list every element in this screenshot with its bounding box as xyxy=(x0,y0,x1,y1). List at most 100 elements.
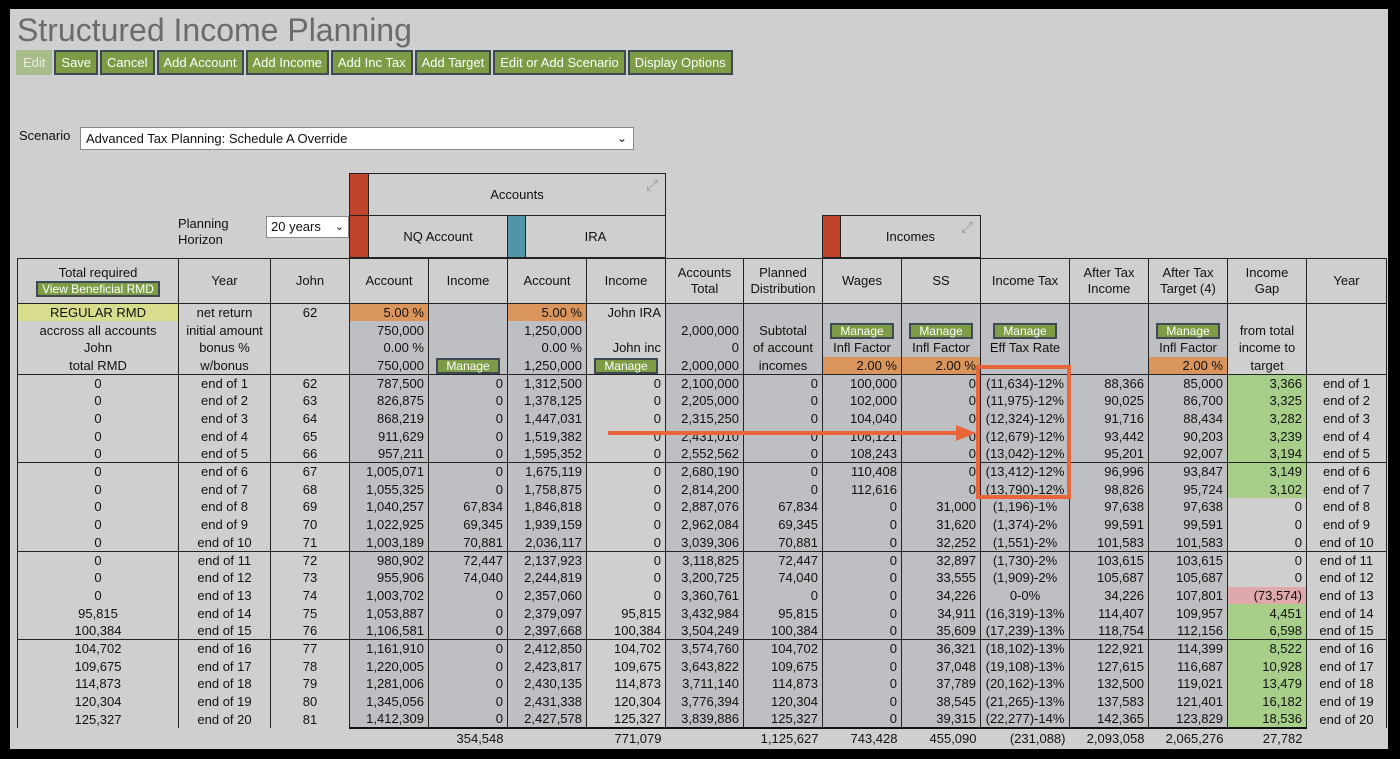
add-account-button[interactable]: Add Account xyxy=(156,50,244,75)
age-cell: 69 xyxy=(270,498,350,516)
ira-income-cell: 0 xyxy=(586,462,666,481)
target-infl-input[interactable]: 2.00 % xyxy=(1148,356,1228,375)
table-row: 114,873 end of 18 79 1,281,006 0 2,430,135 114… xyxy=(17,674,1387,693)
add-inc-tax-button[interactable]: Add Inc Tax xyxy=(330,50,413,75)
year-right-cell: end of 17 xyxy=(1306,657,1387,675)
table-row: 0 end of 1 62 787,500 0 1,312,500 0 2,100,000 0 1… xyxy=(17,373,1387,392)
nq-account-cell: 1,053,887 xyxy=(349,604,429,622)
year-cell: end of 17 xyxy=(178,657,271,675)
after-target-1: After Tax xyxy=(1162,265,1214,280)
nq-income-cell: 0 xyxy=(428,409,508,428)
year-cell: end of 2 xyxy=(178,391,271,410)
ss-cell: 32,897 xyxy=(901,550,981,569)
john-inc-label: John inc xyxy=(586,338,666,357)
ira-income-cell: 95,815 xyxy=(586,604,666,622)
cancel-button[interactable]: Cancel xyxy=(100,50,155,75)
accounts-total-wbonus: 2,000,000 xyxy=(665,356,744,375)
ira-account-cell: 2,137,923 xyxy=(507,550,587,569)
planned-distribution-cell: 70,881 xyxy=(743,533,823,552)
planning-horizon-select[interactable]: 20 years ⌄ xyxy=(266,216,349,238)
planned-distribution-cell: 120,304 xyxy=(743,692,823,711)
nq-account-cell: 1,055,325 xyxy=(349,480,429,499)
manage-button[interactable]: Manage xyxy=(993,322,1057,339)
save-button[interactable]: Save xyxy=(54,50,99,75)
wages-infl-input[interactable]: 2.00 % xyxy=(822,356,902,375)
planned-distribution-cell: 0 xyxy=(743,586,823,605)
manage-button[interactable]: Manage xyxy=(830,322,894,339)
table-row: 0 end of 6 67 1,005,071 0 1,675,119 0 2,680,190… xyxy=(17,462,1387,481)
of-account-label: of account xyxy=(743,338,823,357)
planned-distribution-total: 1,125,627 xyxy=(743,727,823,748)
john-header: John xyxy=(270,258,350,304)
nq-income-cell: 0 xyxy=(428,480,508,499)
table-row: 125,327 end of 20 81 1,412,309 0 2,427,578 125… xyxy=(17,710,1387,729)
wages-cell: 0 xyxy=(822,604,902,622)
incomes-group-title: Incomes xyxy=(885,229,936,244)
incomes-label: incomes xyxy=(743,356,823,375)
total-rmd-cell: 0 xyxy=(17,480,179,499)
scenario-label: Scenario xyxy=(19,128,71,143)
manage-button[interactable]: Manage xyxy=(594,357,658,374)
nq-account-cell: 1,022,925 xyxy=(349,515,429,534)
param-row-3: John bonus % 0.00 % 0.00 % John inc 0 of… xyxy=(17,338,1387,357)
nq-rate-input[interactable]: 5.00 % xyxy=(349,303,429,322)
collapse-icon[interactable]: ⤢ xyxy=(958,219,976,237)
nq-income-cell: 0 xyxy=(428,604,508,622)
ira-account-cell: 2,427,578 xyxy=(507,710,587,729)
age-cell: 68 xyxy=(270,480,350,499)
wages-cell: 0 xyxy=(822,674,902,693)
scenario-select[interactable]: Advanced Tax Planning: Schedule A Overri… xyxy=(80,127,634,150)
income-gap-cell: 3,102 xyxy=(1227,480,1307,499)
manage-button[interactable]: Manage xyxy=(1156,322,1220,339)
income-gap-cell: 3,194 xyxy=(1227,445,1307,463)
table-row: 0 end of 12 73 955,906 74,040 2,244,819 0 3,200… xyxy=(17,568,1387,587)
age-cell: 62 xyxy=(270,373,350,392)
accounts-total-cell: 3,039,306 xyxy=(665,533,744,552)
empty-cell xyxy=(270,356,350,375)
empty-cell xyxy=(1306,321,1387,339)
empty-cell xyxy=(1306,338,1387,357)
planning-horizon-label-1: Planning xyxy=(178,216,229,231)
year-right-cell: end of 5 xyxy=(1306,445,1387,463)
ira-income-cell: 0 xyxy=(586,480,666,499)
income-tax-cell: (19,108)-13% xyxy=(980,657,1070,675)
add-income-button[interactable]: Add Income xyxy=(245,50,329,75)
year-right-cell: end of 1 xyxy=(1306,373,1387,392)
ira-rate-input[interactable]: 5.00 % xyxy=(507,303,587,322)
param-row-2: accross all accounts initial amount 750,… xyxy=(17,321,1387,339)
collapse-icon[interactable]: ⤢ xyxy=(643,177,661,195)
edit-button[interactable]: Edit xyxy=(16,50,53,75)
empty-cell xyxy=(1069,321,1149,339)
nq-account-cell: 868,219 xyxy=(349,409,429,428)
after-tax-income-total: 2,093,058 xyxy=(1069,727,1149,748)
edit-add-scenario-button[interactable]: Edit or Add Scenario xyxy=(493,50,626,75)
year-right-cell: end of 8 xyxy=(1306,498,1387,516)
wages-cell: 112,616 xyxy=(822,480,902,499)
after-target-2: Target (4) xyxy=(1160,281,1216,296)
nq-income-cell: 0 xyxy=(428,373,508,392)
view-beneficial-rmd-button[interactable]: View Beneficial RMD xyxy=(36,281,160,297)
ss-infl-input[interactable]: 2.00 % xyxy=(901,356,981,375)
after-tax-target-cell: 116,687 xyxy=(1148,657,1228,675)
ira-income-cell: 125,327 xyxy=(586,710,666,729)
manage-button[interactable]: Manage xyxy=(436,357,500,374)
income-gap-cell: 0 xyxy=(1227,550,1307,569)
accounts-total-cell: 3,504,249 xyxy=(665,621,744,640)
total-rmd-cell: 0 xyxy=(17,409,179,428)
income-gap-cell: 3,239 xyxy=(1227,427,1307,445)
nq-account-total xyxy=(349,727,429,748)
after-tax-income-cell: 137,583 xyxy=(1069,692,1149,711)
after-tax-target-cell: 103,615 xyxy=(1148,550,1228,569)
ira-title: IRA xyxy=(584,229,607,244)
add-target-button[interactable]: Add Target xyxy=(414,50,492,75)
after-tax-income-cell: 91,716 xyxy=(1069,409,1149,428)
nq-income-total: 354,548 xyxy=(428,727,508,748)
display-options-button[interactable]: Display Options xyxy=(627,50,733,75)
year-cell: end of 19 xyxy=(178,692,271,711)
page-title: Structured Income Planning xyxy=(17,12,412,48)
after-tax-1: After Tax xyxy=(1083,265,1135,280)
table-row: 100,384 end of 15 76 1,106,581 0 2,397,668 100… xyxy=(17,621,1387,640)
ss-cell: 38,545 xyxy=(901,692,981,711)
manage-button[interactable]: Manage xyxy=(909,322,973,339)
infl-factor-label: Infl Factor xyxy=(822,338,902,357)
